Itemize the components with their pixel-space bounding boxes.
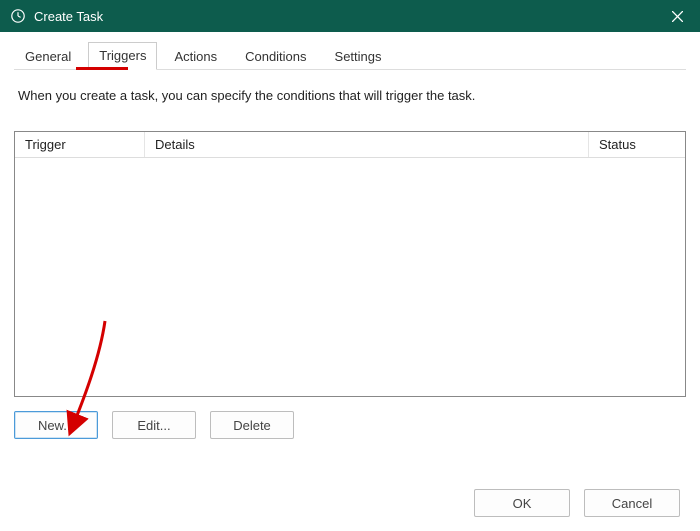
cancel-button[interactable]: Cancel (584, 489, 680, 517)
clock-icon (10, 8, 26, 24)
column-trigger[interactable]: Trigger (15, 132, 145, 157)
tab-settings[interactable]: Settings (324, 43, 393, 70)
dialog-footer: OK Cancel (474, 489, 680, 517)
titlebar: Create Task (0, 0, 700, 32)
delete-button[interactable]: Delete (210, 411, 294, 439)
window-title: Create Task (34, 9, 103, 24)
close-button[interactable] (655, 0, 700, 32)
tab-description: When you create a task, you can specify … (14, 74, 686, 113)
triggers-table: Trigger Details Status (14, 131, 686, 397)
annotation-underline (76, 67, 128, 70)
table-header: Trigger Details Status (15, 132, 685, 158)
column-status[interactable]: Status (589, 132, 685, 157)
tab-conditions[interactable]: Conditions (234, 43, 317, 70)
column-details[interactable]: Details (145, 132, 589, 157)
tab-triggers[interactable]: Triggers (88, 42, 157, 70)
trigger-buttons: New... Edit... Delete (14, 411, 686, 439)
tab-general[interactable]: General (14, 43, 82, 70)
tab-bar: General Triggers Actions Conditions Sett… (14, 42, 686, 70)
edit-button[interactable]: Edit... (112, 411, 196, 439)
tab-actions[interactable]: Actions (163, 43, 228, 70)
new-button[interactable]: New... (14, 411, 98, 439)
ok-button[interactable]: OK (474, 489, 570, 517)
dialog-content: General Triggers Actions Conditions Sett… (0, 32, 700, 439)
